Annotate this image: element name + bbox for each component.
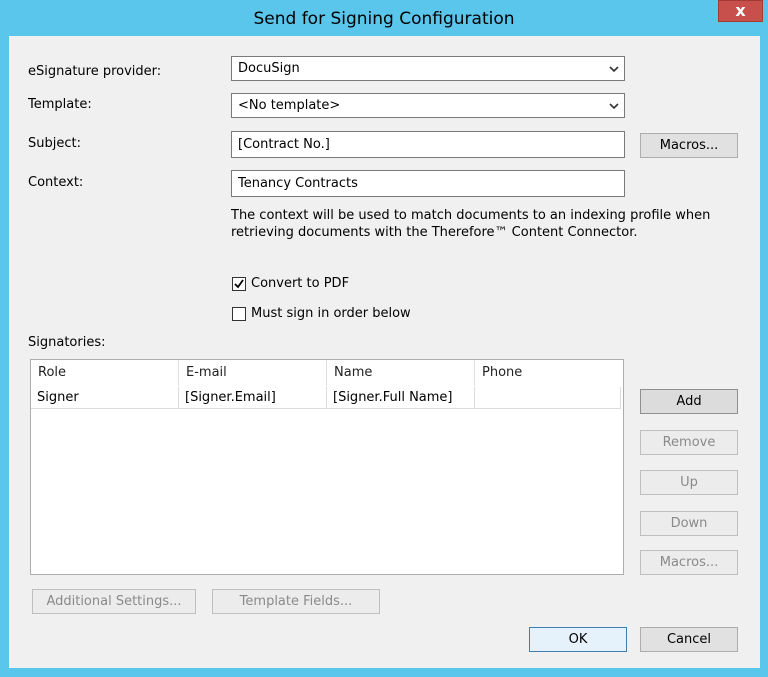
signatories-label: Signatories: — [28, 335, 106, 350]
context-input[interactable]: Tenancy Contracts — [231, 170, 625, 197]
provider-value: DocuSign — [238, 61, 300, 76]
close-icon: x — [735, 1, 746, 20]
check-icon — [234, 279, 244, 289]
chevron-down-icon — [608, 57, 620, 80]
sign-order-checkbox[interactable] — [232, 307, 246, 321]
subject-label: Subject: — [28, 136, 81, 151]
context-note-line-1: The context will be used to match docume… — [231, 208, 711, 223]
down-button[interactable]: Down — [640, 511, 738, 536]
column-header-phone[interactable]: Phone — [475, 360, 623, 386]
dialog-window: Send for Signing Configuration x eSignat… — [0, 0, 768, 677]
dialog-body: eSignature provider: DocuSign Template: … — [9, 36, 760, 668]
cell-email[interactable]: [Signer.Email] — [179, 387, 327, 409]
remove-button[interactable]: Remove — [640, 430, 738, 455]
provider-label: eSignature provider: — [28, 64, 162, 79]
convert-pdf-label[interactable]: Convert to PDF — [251, 276, 349, 291]
column-header-name[interactable]: Name — [327, 360, 475, 386]
subject-macros-button[interactable]: Macros... — [640, 133, 738, 158]
ok-button[interactable]: OK — [529, 627, 627, 652]
template-label: Template: — [28, 97, 92, 112]
cell-name[interactable]: [Signer.Full Name] — [327, 387, 475, 409]
column-header-email[interactable]: E-mail — [179, 360, 327, 386]
cancel-button[interactable]: Cancel — [640, 627, 738, 652]
column-header-role[interactable]: Role — [31, 360, 179, 386]
chevron-down-icon — [608, 94, 620, 117]
title-bar[interactable]: Send for Signing Configuration x — [0, 0, 768, 36]
signatories-macros-button[interactable]: Macros... — [640, 550, 738, 575]
signatories-table[interactable]: Role E-mail Name Phone Signer [Signer.Em… — [30, 359, 624, 575]
up-button[interactable]: Up — [640, 470, 738, 495]
add-button[interactable]: Add — [640, 389, 738, 414]
template-fields-button[interactable]: Template Fields... — [212, 589, 380, 614]
subject-input[interactable]: [Contract No.] — [231, 131, 625, 158]
window-title: Send for Signing Configuration — [253, 9, 515, 29]
context-note: The context will be used to match docume… — [231, 207, 710, 241]
template-value: <No template> — [238, 98, 341, 113]
additional-settings-button[interactable]: Additional Settings... — [32, 589, 196, 614]
table-row[interactable]: Signer [Signer.Email] [Signer.Full Name] — [31, 387, 621, 409]
close-button[interactable]: x — [718, 0, 763, 22]
context-note-line-2: retrieving documents with the Therefore™… — [231, 225, 638, 240]
convert-pdf-checkbox[interactable] — [232, 277, 246, 291]
table-header: Role E-mail Name Phone — [31, 360, 623, 386]
cell-phone[interactable] — [475, 387, 621, 409]
cell-role[interactable]: Signer — [31, 387, 179, 409]
sign-order-label[interactable]: Must sign in order below — [251, 306, 411, 321]
context-label: Context: — [28, 175, 84, 190]
template-dropdown[interactable]: <No template> — [231, 93, 625, 118]
provider-dropdown[interactable]: DocuSign — [231, 56, 625, 81]
